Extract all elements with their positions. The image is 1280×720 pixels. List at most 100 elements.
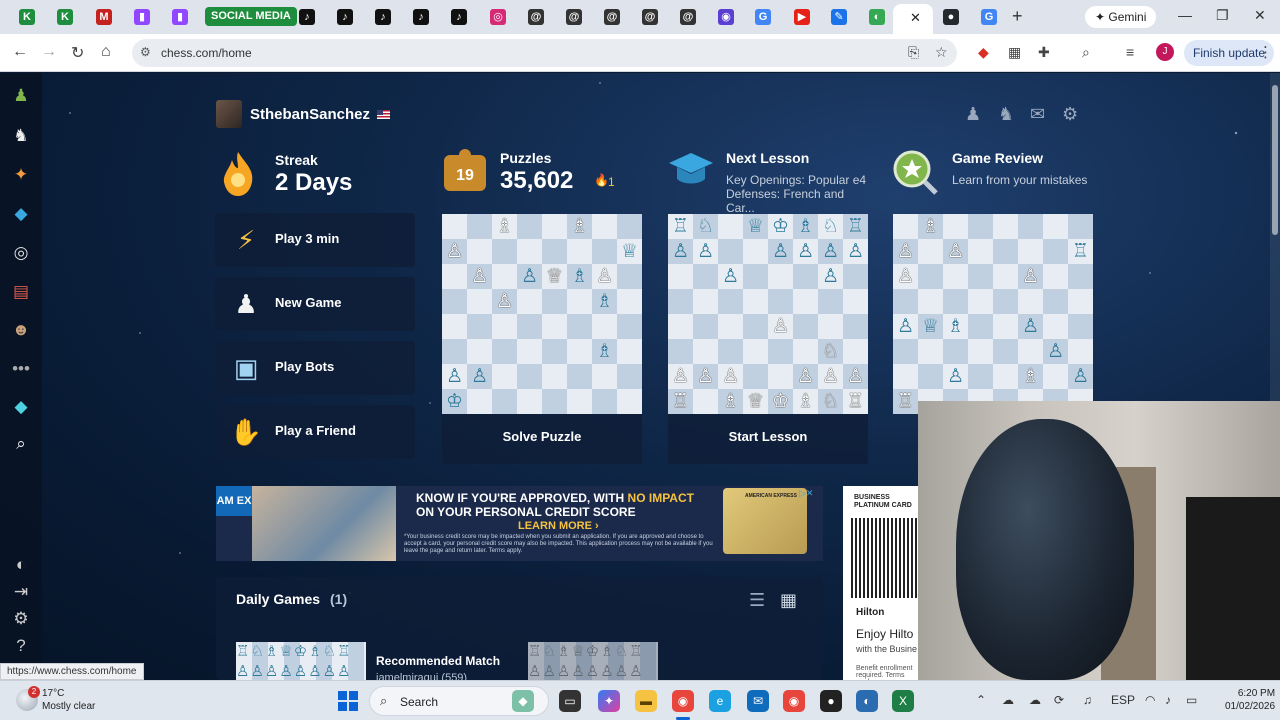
board-square[interactable] bbox=[1068, 264, 1093, 289]
board-square[interactable] bbox=[943, 289, 968, 314]
chess-piece-icon[interactable]: ♖ bbox=[672, 391, 689, 412]
chess-piece-icon[interactable]: ♕ bbox=[546, 266, 563, 287]
board-square[interactable] bbox=[743, 364, 768, 389]
board-square[interactable] bbox=[1043, 289, 1068, 314]
chess-piece-icon[interactable]: ♗ bbox=[596, 341, 613, 362]
tray-chevron-icon[interactable]: ⌃ bbox=[976, 693, 986, 707]
social-icon[interactable]: ☻ bbox=[10, 319, 32, 341]
chess-piece-icon[interactable]: ♕ bbox=[747, 391, 764, 412]
board-square[interactable]: ♙ bbox=[1018, 314, 1043, 339]
board-square[interactable] bbox=[542, 364, 567, 389]
board-square[interactable] bbox=[918, 264, 943, 289]
outlook-icon[interactable]: ✉ bbox=[747, 690, 769, 712]
board-square[interactable] bbox=[718, 339, 743, 364]
browser-menu-icon[interactable]: ⋮ bbox=[1258, 43, 1273, 61]
board-square[interactable] bbox=[592, 389, 617, 414]
board-square[interactable]: ♖ bbox=[668, 214, 693, 239]
clock[interactable]: 6:20 PM 01/02/2026 bbox=[1225, 687, 1275, 713]
news-icon[interactable]: ▤ bbox=[10, 281, 32, 303]
chess-piece-icon[interactable]: ♘ bbox=[697, 216, 714, 237]
chess-piece-icon[interactable]: ♙ bbox=[822, 366, 839, 387]
messages-icon[interactable]: ✉ bbox=[1030, 104, 1045, 125]
board-square[interactable] bbox=[693, 289, 718, 314]
board-square[interactable]: ♙ bbox=[793, 364, 818, 389]
play-3-min-button[interactable]: ⚡ Play 3 min bbox=[215, 213, 415, 267]
chess-piece-icon[interactable]: ♗ bbox=[922, 216, 939, 237]
app-icon[interactable]: ◐ bbox=[856, 690, 878, 712]
extension-icon[interactable]: ◆ bbox=[978, 44, 989, 61]
chess-piece-icon[interactable]: ♖ bbox=[1072, 241, 1089, 262]
lesson-card-header[interactable]: Next Lesson Key Openings: Popular e4 Def… bbox=[667, 147, 867, 215]
board-square[interactable] bbox=[467, 389, 492, 414]
board-square[interactable] bbox=[542, 314, 567, 339]
board-square[interactable]: ♗ bbox=[567, 264, 592, 289]
board-square[interactable] bbox=[567, 289, 592, 314]
chess-piece-icon[interactable]: ♘ bbox=[822, 341, 839, 362]
hilton-ad-banner[interactable]: BUSINESS PLATINUM CARD Hilton Enjoy Hilt… bbox=[843, 486, 918, 680]
chess-piece-icon[interactable]: ♙ bbox=[596, 266, 613, 287]
board-square[interactable] bbox=[768, 264, 793, 289]
search-icon[interactable]: ⌕ bbox=[10, 433, 32, 455]
board-square[interactable]: ♘ bbox=[693, 214, 718, 239]
board-square[interactable] bbox=[993, 339, 1018, 364]
list-view-icon[interactable]: ☰ bbox=[749, 590, 765, 611]
chess-piece-icon[interactable]: ♙ bbox=[697, 366, 714, 387]
board-square[interactable] bbox=[442, 314, 467, 339]
board-square[interactable]: ♕ bbox=[542, 264, 567, 289]
board-square[interactable] bbox=[492, 389, 517, 414]
board-square[interactable] bbox=[592, 214, 617, 239]
board-square[interactable] bbox=[968, 289, 993, 314]
board-square[interactable] bbox=[793, 314, 818, 339]
tab-group-social-media[interactable]: SOCIAL MEDIA bbox=[205, 7, 297, 26]
board-square[interactable] bbox=[993, 289, 1018, 314]
puzzle-board[interactable]: ♗ ♗ ♙ ♕ ♙ ♙ ♕ ♗ ♙ ♙ ♗ ♗ ♙ ♙ ♔ bbox=[442, 214, 642, 414]
board-square[interactable]: ♗ bbox=[718, 389, 743, 414]
board-square[interactable] bbox=[843, 314, 868, 339]
board-square[interactable] bbox=[1018, 239, 1043, 264]
board-square[interactable]: ♙ bbox=[818, 239, 843, 264]
board-square[interactable]: ♙ bbox=[1018, 264, 1043, 289]
browser-tab[interactable]: ♪ bbox=[370, 6, 396, 28]
diamond-upgrade-icon[interactable]: ◆ bbox=[10, 396, 32, 418]
board-square[interactable] bbox=[1018, 339, 1043, 364]
board-square[interactable] bbox=[768, 289, 793, 314]
board-square[interactable] bbox=[442, 339, 467, 364]
board-square[interactable] bbox=[918, 364, 943, 389]
microphone-icon[interactable]: ♫ bbox=[1083, 693, 1092, 707]
install-app-icon[interactable]: ⎘ bbox=[908, 44, 919, 61]
excel-icon[interactable]: X bbox=[892, 690, 914, 712]
user-header[interactable]: SthebanSanchez bbox=[216, 100, 391, 128]
chess-piece-icon[interactable]: ♙ bbox=[947, 366, 964, 387]
chess-piece-icon[interactable]: ♗ bbox=[571, 216, 588, 237]
chess-piece-icon[interactable]: ♙ bbox=[722, 366, 739, 387]
chess-piece-icon[interactable]: ♙ bbox=[897, 316, 914, 337]
board-square[interactable] bbox=[442, 264, 467, 289]
media-controls-icon[interactable]: ≡ bbox=[1126, 44, 1134, 60]
help-icon[interactable]: ? bbox=[10, 635, 32, 657]
board-square[interactable] bbox=[893, 289, 918, 314]
chess-piece-icon[interactable]: ♙ bbox=[897, 266, 914, 287]
copilot-icon[interactable]: ✦ bbox=[598, 690, 620, 712]
board-square[interactable] bbox=[492, 239, 517, 264]
chess-piece-icon[interactable]: ♗ bbox=[571, 266, 588, 287]
board-square[interactable] bbox=[918, 239, 943, 264]
ad-choices-icon[interactable]: ▷✕ bbox=[799, 488, 813, 499]
chess-piece-icon[interactable]: ♖ bbox=[897, 391, 914, 412]
chess-piece-icon[interactable]: ♙ bbox=[446, 366, 463, 387]
board-square[interactable]: ♖ bbox=[843, 214, 868, 239]
board-square[interactable]: ♙ bbox=[668, 364, 693, 389]
board-square[interactable]: ♔ bbox=[442, 389, 467, 414]
board-square[interactable] bbox=[743, 314, 768, 339]
solve-puzzle-button[interactable]: Solve Puzzle bbox=[442, 414, 642, 464]
start-lesson-button[interactable]: Start Lesson bbox=[668, 414, 868, 464]
board-square[interactable] bbox=[567, 364, 592, 389]
edge-icon[interactable]: e bbox=[709, 690, 731, 712]
board-square[interactable] bbox=[442, 289, 467, 314]
chess-piece-icon[interactable]: ♗ bbox=[1022, 366, 1039, 387]
board-square[interactable]: ♖ bbox=[843, 389, 868, 414]
page-scrollbar-thumb[interactable] bbox=[1272, 85, 1278, 235]
chess-piece-icon[interactable]: ♙ bbox=[446, 241, 463, 262]
board-square[interactable] bbox=[1043, 364, 1068, 389]
board-square[interactable]: ♗ bbox=[793, 214, 818, 239]
widget-icon[interactable]: ◆ bbox=[512, 690, 534, 712]
